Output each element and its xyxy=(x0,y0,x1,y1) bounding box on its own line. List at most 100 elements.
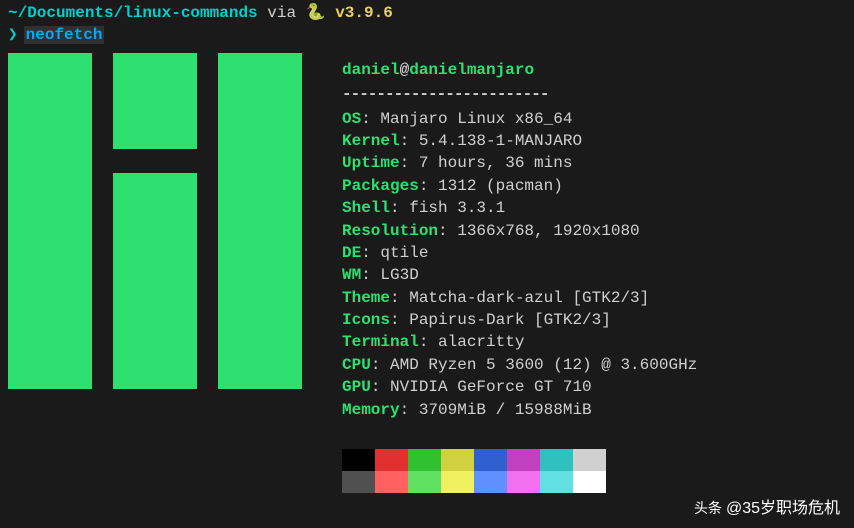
logo-cell xyxy=(218,125,239,149)
logo-cell xyxy=(71,125,92,149)
color-swatch xyxy=(507,471,540,493)
at-symbol: @ xyxy=(400,61,410,79)
info-value: : NVIDIA GeForce GT 710 xyxy=(371,378,592,396)
logo-cell xyxy=(71,53,92,77)
logo-cell xyxy=(176,221,197,245)
logo-cell xyxy=(50,197,71,221)
logo-cell xyxy=(29,317,50,341)
logo-cell xyxy=(155,125,176,149)
logo-cell xyxy=(197,317,218,341)
info-value: : alacritty xyxy=(419,333,525,351)
logo-cell xyxy=(113,317,134,341)
logo-cell xyxy=(281,53,302,77)
logo-cell xyxy=(260,365,281,389)
info-value: : 5.4.138-1-MANJARO xyxy=(400,132,582,150)
system-info: daniel@danielmanjaro -------------------… xyxy=(342,53,697,493)
logo-cell xyxy=(71,293,92,317)
logo-cell xyxy=(155,173,176,197)
logo-cell xyxy=(176,149,197,173)
logo-cell xyxy=(134,101,155,125)
logo-cell xyxy=(134,197,155,221)
logo-cell xyxy=(92,341,113,365)
logo-cell xyxy=(281,341,302,365)
logo-cell xyxy=(281,317,302,341)
logo-cell xyxy=(8,365,29,389)
logo-cell xyxy=(8,197,29,221)
logo-cell xyxy=(113,245,134,269)
logo-cell xyxy=(197,245,218,269)
logo-cell xyxy=(155,317,176,341)
logo-cell xyxy=(260,53,281,77)
logo-cell xyxy=(197,149,218,173)
logo-cell xyxy=(29,149,50,173)
logo-cell xyxy=(239,221,260,245)
logo-cell xyxy=(29,269,50,293)
logo-cell xyxy=(281,173,302,197)
info-key: Terminal xyxy=(342,333,419,351)
logo-cell xyxy=(176,173,197,197)
logo-cell xyxy=(197,77,218,101)
username: daniel xyxy=(342,61,400,79)
logo-cell xyxy=(176,125,197,149)
logo-cell xyxy=(281,77,302,101)
info-row: DE: qtile xyxy=(342,242,697,264)
logo-cell xyxy=(239,293,260,317)
info-row: Kernel: 5.4.138-1-MANJARO xyxy=(342,130,697,152)
prompt-command-line: ❯neofetch xyxy=(0,24,854,52)
logo-cell xyxy=(218,317,239,341)
logo-cell xyxy=(134,77,155,101)
info-row: OS: Manjaro Linux x86_64 xyxy=(342,108,697,130)
command-text[interactable]: neofetch xyxy=(24,26,105,44)
color-swatch xyxy=(375,449,408,471)
color-swatch xyxy=(408,471,441,493)
logo-cell xyxy=(281,221,302,245)
logo-cell xyxy=(29,173,50,197)
logo-cell xyxy=(50,245,71,269)
info-row: Resolution: 1366x768, 1920x1080 xyxy=(342,220,697,242)
watermark-text: @35岁职场危机 xyxy=(726,498,840,520)
logo-cell xyxy=(92,101,113,125)
logo-cell xyxy=(176,293,197,317)
info-value: : Papirus-Dark [GTK2/3] xyxy=(390,311,611,329)
color-swatch xyxy=(408,449,441,471)
info-value: : LG3D xyxy=(361,266,419,284)
color-swatch xyxy=(540,449,573,471)
logo-cell xyxy=(8,317,29,341)
color-palette xyxy=(342,449,697,493)
logo-cell xyxy=(197,269,218,293)
color-swatch xyxy=(540,471,573,493)
logo-cell xyxy=(260,149,281,173)
logo-cell xyxy=(71,341,92,365)
logo-cell xyxy=(239,365,260,389)
logo-cell xyxy=(50,53,71,77)
logo-cell xyxy=(134,293,155,317)
logo-cell xyxy=(92,317,113,341)
logo-cell xyxy=(92,293,113,317)
logo-cell xyxy=(197,53,218,77)
logo-cell xyxy=(113,197,134,221)
info-row: Theme: Matcha-dark-azul [GTK2/3] xyxy=(342,287,697,309)
logo-cell xyxy=(155,365,176,389)
logo-cell xyxy=(8,53,29,77)
color-swatch xyxy=(375,471,408,493)
info-key: Shell xyxy=(342,199,390,217)
logo-cell xyxy=(218,221,239,245)
logo-cell xyxy=(92,173,113,197)
logo-cell xyxy=(155,149,176,173)
info-row: CPU: AMD Ryzen 5 3600 (12) @ 3.600GHz xyxy=(342,354,697,376)
logo-cell xyxy=(113,365,134,389)
logo-cell xyxy=(155,77,176,101)
logo-cell xyxy=(155,293,176,317)
logo-cell xyxy=(260,77,281,101)
color-swatch xyxy=(573,449,606,471)
logo-cell xyxy=(281,293,302,317)
logo-cell xyxy=(29,365,50,389)
color-swatch xyxy=(342,471,375,493)
logo-cell xyxy=(134,269,155,293)
prompt-path: ~/Documents/linux-commands xyxy=(8,4,258,22)
separator: ------------------------ xyxy=(342,83,697,105)
hostname: danielmanjaro xyxy=(409,61,534,79)
logo-cell xyxy=(134,173,155,197)
info-row: Packages: 1312 (pacman) xyxy=(342,175,697,197)
logo-cell xyxy=(92,53,113,77)
